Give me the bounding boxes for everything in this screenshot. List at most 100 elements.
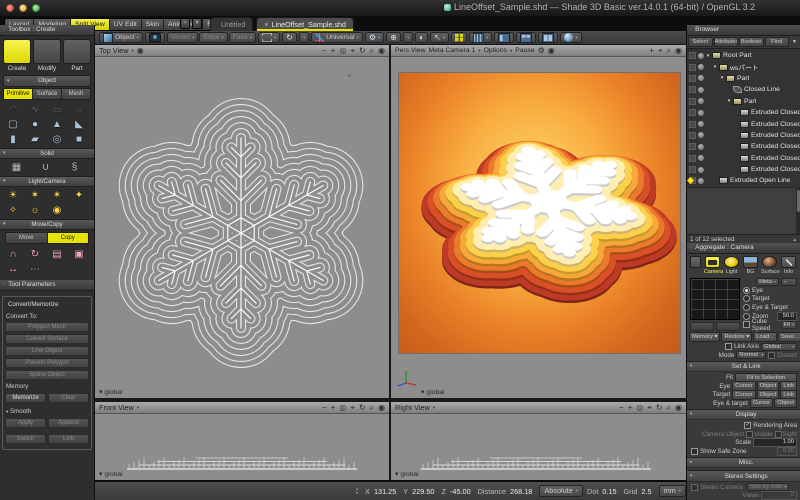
scene-tree-row[interactable]: Extruded Closed xyxy=(687,141,800,152)
lock-toggle[interactable] xyxy=(689,98,696,105)
sweep-solid-icon[interactable]: ∪ xyxy=(31,160,60,175)
zoom-out-icon[interactable]: − xyxy=(619,402,624,413)
toolbox-category-button[interactable]: Modify xyxy=(33,39,61,72)
sphere-icon[interactable]: ● xyxy=(24,117,46,132)
panel-close-icon[interactable]: ◦ xyxy=(690,243,692,253)
aggregate-tab[interactable]: Info xyxy=(780,256,797,275)
display-section-header[interactable]: ▾Display xyxy=(687,409,800,421)
visibility-toggle[interactable] xyxy=(698,87,704,93)
coordinate-stepper[interactable]: ▲▼ xyxy=(355,487,359,495)
layout-single-button[interactable] xyxy=(494,32,514,43)
coordinate-mode-dropdown[interactable]: Absolute▾ xyxy=(539,485,583,497)
type-tab[interactable]: Surface xyxy=(33,89,62,99)
close-window-button[interactable] xyxy=(6,4,14,12)
extra-tool-button[interactable]: ▾ xyxy=(299,32,309,43)
visibility-toggle[interactable] xyxy=(698,64,704,70)
wedge-icon[interactable]: ◣ xyxy=(68,117,90,132)
axis-space-label[interactable]: ▾global xyxy=(99,470,123,478)
point-light-icon[interactable]: ☀ xyxy=(2,188,24,203)
browser-empty-area[interactable] xyxy=(687,187,800,234)
panel-close-icon[interactable]: ◦ xyxy=(690,25,692,35)
ambient-light-icon[interactable]: ✦ xyxy=(68,188,90,203)
filter-icon[interactable]: ▼ xyxy=(790,39,799,45)
component-mode-button[interactable]: Vertex▾ xyxy=(167,32,199,43)
cube-speed-checkbox[interactable] xyxy=(743,321,750,328)
path-light-icon[interactable]: ✧ xyxy=(2,203,24,218)
cylinder-icon[interactable]: ▮ xyxy=(2,132,24,147)
directional-light-icon[interactable]: ✶ xyxy=(46,188,68,203)
camera-object-checkbox[interactable] xyxy=(746,431,753,438)
convert-button[interactable]: Spline Object xyxy=(5,370,89,380)
object-dropdown[interactable]: ▾Object xyxy=(3,75,91,87)
workspace-tab-menu-button[interactable]: ▾ xyxy=(192,18,202,29)
minimize-window-button[interactable] xyxy=(19,4,27,12)
mirror-copy-icon[interactable]: ↔ xyxy=(2,262,24,277)
scene-tree-row[interactable]: Extruded Open Line xyxy=(687,175,800,186)
convert-button[interactable]: Polygon Mesh xyxy=(5,322,89,332)
cone-icon[interactable]: ▲ xyxy=(46,117,68,132)
scene-tree-row[interactable]: ▾ Part xyxy=(687,96,800,107)
rectangle-icon[interactable]: ▭ xyxy=(46,102,68,117)
aggregate-tab[interactable]: Light xyxy=(723,256,740,275)
axis-space-label[interactable]: ▾global xyxy=(395,470,419,478)
polygon-mesh-icon[interactable]: ▦ xyxy=(2,160,31,175)
magnify-icon[interactable]: ⌕ xyxy=(370,402,374,413)
convert-button[interactable]: Line Object xyxy=(5,346,89,356)
scene-tree-row[interactable]: Extruded Closed xyxy=(687,153,800,164)
aggregate-tab[interactable]: BG xyxy=(742,256,759,275)
scene-tree-row[interactable]: ▾ Root Part xyxy=(687,50,800,61)
pers-viewport-canvas[interactable]: ▾global xyxy=(391,57,686,398)
zoom-lens-icon[interactable]: ◎ xyxy=(339,45,346,56)
oblique-cylinder-icon[interactable]: ▰ xyxy=(24,132,46,147)
browser-tab[interactable]: Boolean xyxy=(739,37,764,47)
visibility-toggle[interactable] xyxy=(698,132,704,138)
zoom-window-button[interactable] xyxy=(32,4,40,12)
lock-toggle[interactable] xyxy=(689,166,696,173)
camera-view-icon[interactable]: ◉ xyxy=(378,45,385,56)
document-tab[interactable]: ×LineOffset_Sample.shd xyxy=(256,17,354,31)
browser-scrollbar[interactable] xyxy=(796,188,800,234)
pointer-tool-button[interactable]: ↖▾ xyxy=(430,32,449,43)
panel-close-icon[interactable]: ◦ xyxy=(3,25,5,35)
toolbox-category-button[interactable]: Part xyxy=(63,39,91,72)
expand-arrow[interactable]: ▾ xyxy=(725,98,733,104)
visibility-toggle[interactable] xyxy=(698,121,704,127)
circle-icon[interactable]: ○ xyxy=(68,102,90,117)
lock-toggle[interactable] xyxy=(689,177,696,184)
camera-memory-button[interactable]: Restore ▾ xyxy=(721,332,752,342)
scene-tree-row[interactable]: Extruded Closed xyxy=(687,164,800,175)
zoom-lens-icon[interactable]: ◎ xyxy=(339,402,346,413)
views-field[interactable]: 0 xyxy=(761,491,797,500)
pan-icon[interactable]: ⌖ xyxy=(658,45,663,56)
aggregate-tab[interactable]: Camera xyxy=(704,256,721,275)
eye-radio[interactable] xyxy=(743,287,750,294)
options-dropdown[interactable]: Options xyxy=(484,47,507,54)
unit-dropdown[interactable]: mm▾ xyxy=(659,485,686,497)
convert-button[interactable]: Pseudo Polygon xyxy=(5,358,89,368)
move-copy-tab[interactable]: Move xyxy=(6,233,48,243)
pan-icon[interactable]: ⌖ xyxy=(647,402,652,413)
aggregate-tab[interactable]: Surface xyxy=(761,256,778,275)
visibility-toggle[interactable] xyxy=(698,167,704,173)
memory-button[interactable]: Memorize xyxy=(5,393,46,403)
scene-tree-row[interactable]: Extruded Closed xyxy=(687,130,800,141)
lock-toggle[interactable] xyxy=(689,121,696,128)
scene-tree-row[interactable]: Extruded Closed xyxy=(687,107,800,118)
stereo-camera-checkbox[interactable] xyxy=(691,484,698,491)
browser-tab[interactable]: Find xyxy=(765,37,790,47)
close-document-icon[interactable]: × xyxy=(264,22,268,29)
safe-zone-checkbox[interactable] xyxy=(691,448,698,455)
object-mode-button[interactable]: Object▾ xyxy=(99,32,143,43)
spiral-solid-icon[interactable]: § xyxy=(60,160,89,175)
universal-manipulator-button[interactable]: Universal▾ xyxy=(311,32,363,43)
shading-mode-button[interactable]: ▾ xyxy=(560,32,581,43)
lock-toggle[interactable] xyxy=(689,109,696,116)
smooth-button[interactable]: Apply xyxy=(5,418,46,428)
pause-button[interactable]: Pause xyxy=(515,47,534,54)
collapse-panel-icon[interactable]: ▲ xyxy=(793,237,797,242)
top-viewport-canvas[interactable]: + ▾global xyxy=(95,57,389,398)
move-copy-tab[interactable]: Copy xyxy=(48,233,89,243)
cube-speed-dropdown[interactable]: Fit▾ xyxy=(781,321,797,329)
type-tab[interactable]: Mesh xyxy=(62,89,90,99)
eye-target-radio[interactable] xyxy=(743,304,750,311)
